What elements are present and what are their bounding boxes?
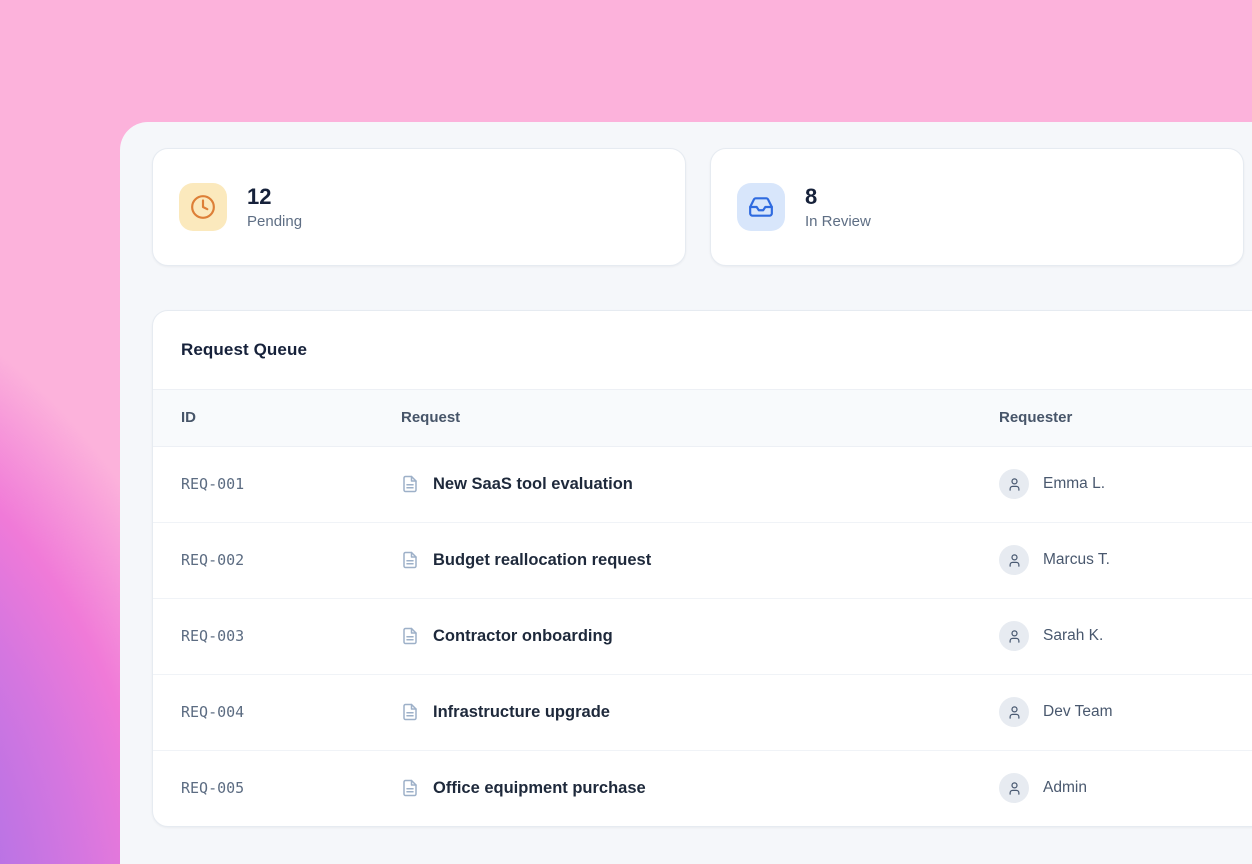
stats-row: 12 Pending 8 In Review (152, 148, 1252, 266)
avatar (999, 469, 1029, 499)
avatar (999, 773, 1029, 803)
table-row[interactable]: REQ-005 Office equipment purchase (153, 750, 1252, 826)
file-icon (401, 551, 419, 569)
stat-card-pending: 12 Pending (152, 148, 686, 266)
table-row[interactable]: REQ-002 Budget reallocation request (153, 522, 1252, 598)
requester-name: Admin (1043, 779, 1087, 797)
pending-label: Pending (247, 213, 302, 230)
request-id: REQ-001 (153, 446, 401, 522)
request-id: REQ-002 (153, 522, 401, 598)
request-queue-header: Request Queue (153, 311, 1252, 390)
request-id: REQ-003 (153, 598, 401, 674)
file-icon (401, 703, 419, 721)
stat-text: 8 In Review (805, 184, 871, 229)
file-icon (401, 779, 419, 797)
avatar (999, 621, 1029, 651)
requester-name: Dev Team (1043, 703, 1113, 721)
avatar (999, 697, 1029, 727)
stat-card-in-review: 8 In Review (710, 148, 1244, 266)
table-header-row: ID Request Requester (153, 390, 1252, 446)
request-title: Budget reallocation request (433, 551, 651, 570)
table-row[interactable]: REQ-001 New SaaS tool evaluation (153, 446, 1252, 522)
file-icon (401, 475, 419, 493)
in-review-label: In Review (805, 213, 871, 230)
user-icon (1007, 705, 1022, 720)
avatar (999, 545, 1029, 575)
request-id: REQ-004 (153, 674, 401, 750)
user-icon (1007, 477, 1022, 492)
column-header-request: Request (401, 390, 999, 446)
request-id: REQ-005 (153, 750, 401, 826)
inbox-icon (737, 183, 785, 231)
app-background: 12 Pending 8 In Review (0, 0, 1252, 864)
user-icon (1007, 629, 1022, 644)
user-icon (1007, 781, 1022, 796)
content-panel: 12 Pending 8 In Review (120, 122, 1252, 864)
requester-name: Marcus T. (1043, 551, 1110, 569)
request-title: New SaaS tool evaluation (433, 475, 633, 494)
request-title: Contractor onboarding (433, 627, 613, 646)
table-row[interactable]: REQ-004 Infrastructure upgrade (153, 674, 1252, 750)
table-row[interactable]: REQ-003 Contractor onboarding (153, 598, 1252, 674)
file-icon (401, 627, 419, 645)
column-header-id: ID (153, 390, 401, 446)
requester-name: Sarah K. (1043, 627, 1103, 645)
request-queue-title: Request Queue (181, 340, 307, 360)
request-queue-table: ID Request Requester REQ-001 New SaaS to… (153, 390, 1252, 826)
request-title: Infrastructure upgrade (433, 703, 610, 722)
clock-icon (179, 183, 227, 231)
user-icon (1007, 553, 1022, 568)
pending-count: 12 (247, 184, 302, 209)
requester-name: Emma L. (1043, 475, 1105, 493)
stat-text: 12 Pending (247, 184, 302, 229)
in-review-count: 8 (805, 184, 871, 209)
request-title: Office equipment purchase (433, 779, 646, 798)
request-queue-card: Request Queue ID Request Requester REQ-0… (152, 310, 1252, 827)
column-header-requester: Requester (999, 390, 1252, 446)
